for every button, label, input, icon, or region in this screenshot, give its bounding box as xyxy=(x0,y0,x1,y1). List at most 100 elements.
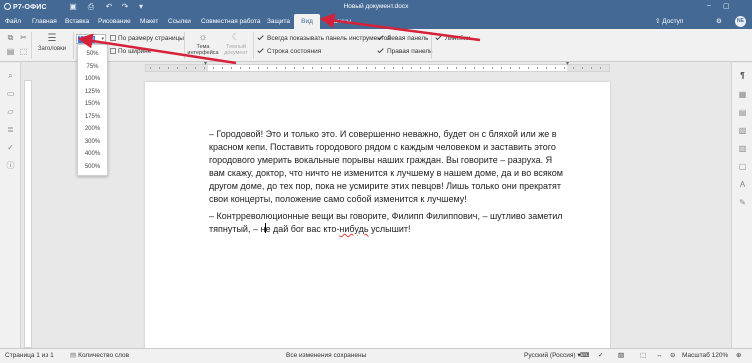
zoom-option-300[interactable]: 300% xyxy=(78,136,107,148)
left-panel-checkbox[interactable]: Левая панель xyxy=(378,34,429,43)
document-page[interactable]: – Городовой! Это и только это. И соверше… xyxy=(145,82,610,350)
dark-document-button: ☾ Темный документ xyxy=(220,32,252,60)
zoom-option-400[interactable]: 400% xyxy=(78,148,107,160)
avatar[interactable]: NE xyxy=(735,16,746,27)
ruler-tick xyxy=(591,67,592,69)
vertical-ruler[interactable] xyxy=(24,80,32,348)
zoom-option-150[interactable]: 150% xyxy=(78,98,107,110)
tab-file[interactable]: Файл xyxy=(2,14,24,29)
rulers-checkbox[interactable]: Линейки xyxy=(436,34,470,43)
divider xyxy=(73,32,74,59)
ruler-tick xyxy=(366,67,367,69)
indent-marker-icon[interactable]: ▾ xyxy=(204,61,209,67)
select-all-icon[interactable]: ⬚ xyxy=(19,47,28,56)
right-indent-marker-icon[interactable]: ▾ xyxy=(566,61,571,67)
comments-icon[interactable]: ▭ xyxy=(5,88,16,99)
ruler-tick xyxy=(168,67,169,69)
zoom-select[interactable]: 120% ▾ xyxy=(76,34,106,44)
zoom-option-75[interactable]: 75% xyxy=(78,61,107,73)
copy-icon[interactable]: ⧉ xyxy=(6,33,15,42)
tab-protection[interactable]: Защита xyxy=(264,14,293,29)
word-count-icon: ▤ xyxy=(70,352,77,359)
paste-icon[interactable]: ▤ xyxy=(6,47,15,56)
ruler-tick xyxy=(240,67,241,69)
ruler-tick xyxy=(213,67,214,69)
zoom-option-125[interactable]: 125% xyxy=(78,86,107,98)
paragraph-text: е дай бог вас кто- xyxy=(265,224,340,234)
view-toolbar: ⧉ ✂ ▤ ⬚ ☰ Заголовки 120% ▾ По размеру ст… xyxy=(0,29,752,62)
zoom-value[interactable]: 120% xyxy=(78,36,96,43)
ruler-tick xyxy=(600,67,601,69)
ruler-tick xyxy=(330,67,331,69)
settings-icon[interactable]: ⚙ xyxy=(716,14,722,29)
shape-settings-icon[interactable]: ▢ xyxy=(737,161,748,172)
cut-icon[interactable]: ✂ xyxy=(19,33,28,42)
tab-view[interactable]: Вид xyxy=(294,14,320,29)
interface-theme-button[interactable]: ☼ Тема интерфейса xyxy=(187,32,219,60)
tab-references[interactable]: Ссылки xyxy=(165,14,194,29)
zoom-option-50[interactable]: 50% xyxy=(78,48,107,60)
horizontal-ruler[interactable] xyxy=(145,64,610,72)
ruler-tick xyxy=(150,67,151,69)
word-count-button[interactable]: ▤ Количество слов xyxy=(70,349,129,363)
tab-collaboration[interactable]: Совместная работа xyxy=(198,14,263,29)
document-paragraph-1[interactable]: – Городовой! Это и только это. И соверше… xyxy=(209,128,564,206)
ruler-tick xyxy=(510,67,511,69)
zoom-in-icon[interactable]: ⊕ xyxy=(736,349,741,363)
misspelled-word[interactable]: нибудь xyxy=(339,224,368,234)
signature-settings-icon[interactable]: ✎ xyxy=(737,197,748,208)
status-bar-checkbox[interactable]: Строка состояния xyxy=(258,47,321,56)
chevron-down-icon[interactable]: ▾ xyxy=(101,35,104,44)
chart-settings-icon[interactable]: ▥ xyxy=(737,143,748,154)
right-panel-checkbox[interactable]: Правая панель xyxy=(378,47,433,56)
ruler-tick xyxy=(465,67,466,69)
fit-width-status-icon[interactable]: ↔ xyxy=(656,349,663,363)
doc-language-icon[interactable]: ⌨ xyxy=(580,349,589,363)
feedback-icon[interactable]: ⓘ xyxy=(5,160,16,171)
fit-to-width-button[interactable]: По ширине xyxy=(110,47,151,56)
always-show-toolbar-checkbox[interactable]: Всегда показывать панель инструментов xyxy=(258,34,391,43)
fit-page-status-icon[interactable]: ⬚ xyxy=(640,349,646,363)
ruler-tick xyxy=(537,67,538,69)
headings-button[interactable]: ☰ Заголовки xyxy=(32,31,72,59)
spellcheck-status-icon[interactable]: ✓ xyxy=(598,349,603,363)
document-paragraph-2[interactable]: – Контрреволюционные вещи вы говорите, Ф… xyxy=(209,210,564,236)
ruler-tick xyxy=(186,67,187,69)
status-bar: Страница 1 из 1 ▤ Количество слов Все изм… xyxy=(0,348,752,363)
minimize-icon[interactable]: – xyxy=(707,2,711,9)
divider xyxy=(184,32,185,59)
chat-icon[interactable]: ▱ xyxy=(5,106,16,117)
language-select[interactable]: Русский (Россия) ▾ xyxy=(524,349,581,363)
zoom-level: Масштаб 120% xyxy=(682,352,729,359)
divider xyxy=(253,32,254,59)
tab-layout[interactable]: Макет xyxy=(137,14,161,29)
zoom-option-100[interactable]: 100% xyxy=(78,73,107,85)
track-changes-icon[interactable]: ▨ xyxy=(618,349,624,363)
paragraph-settings-icon[interactable]: ¶ xyxy=(737,70,748,81)
zoom-option-200[interactable]: 200% xyxy=(78,123,107,135)
table-settings-icon[interactable]: ▦ xyxy=(737,89,748,100)
zoom-option-500[interactable]: 500% xyxy=(78,161,107,173)
tab-home[interactable]: Главная xyxy=(29,14,60,29)
tab-insert[interactable]: Вставка xyxy=(62,14,92,29)
share-button[interactable]: ⇪ Доступ xyxy=(655,14,683,29)
ruler-tick xyxy=(384,67,385,69)
fit-to-page-button[interactable]: По размеру страницы xyxy=(110,34,184,43)
fit-page-label: По размеру страницы xyxy=(118,35,184,42)
word-count-label: Количество слов xyxy=(78,352,130,359)
search-icon[interactable]: ⌕ xyxy=(5,70,16,81)
header-footer-icon[interactable]: ▤ xyxy=(737,107,748,118)
image-settings-icon[interactable]: ▨ xyxy=(737,125,748,136)
ruler-tick xyxy=(564,67,565,69)
spellcheck-icon[interactable]: ✓ xyxy=(5,142,16,153)
ruler-tick xyxy=(348,67,349,69)
tab-plugins[interactable]: Плагины xyxy=(322,14,354,29)
textart-settings-icon[interactable]: A xyxy=(737,179,748,190)
language-label: Русский (Россия) xyxy=(524,352,576,359)
maximize-icon[interactable]: ▢ xyxy=(723,2,730,10)
zoom-out-icon[interactable]: ⊖ xyxy=(670,349,675,363)
tab-draw[interactable]: Рисование xyxy=(95,14,134,29)
page-indicator[interactable]: Страница 1 из 1 xyxy=(5,349,54,363)
navigation-icon[interactable]: ≣ xyxy=(5,124,16,135)
zoom-option-175[interactable]: 175% xyxy=(78,111,107,123)
